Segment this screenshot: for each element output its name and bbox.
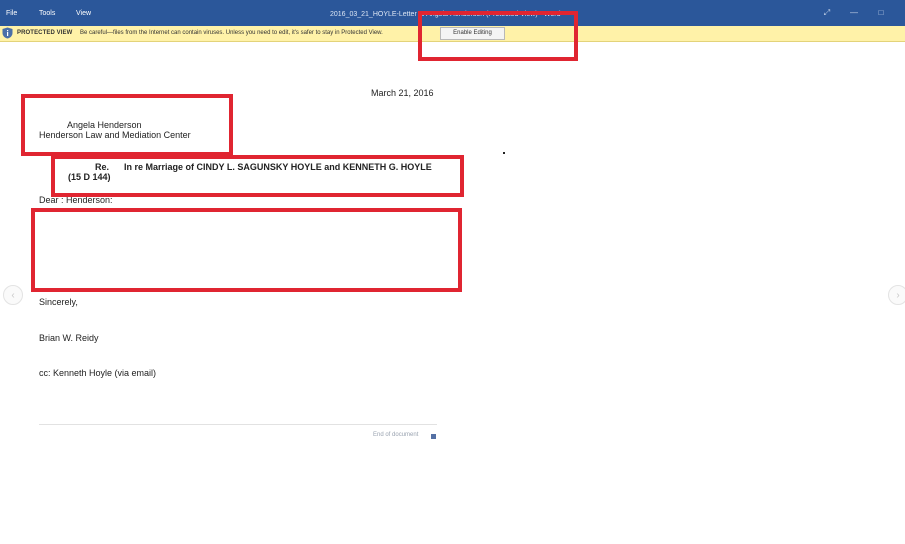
end-of-document-icon — [431, 434, 436, 439]
letter-date: March 21, 2016 — [371, 88, 434, 98]
next-page-icon[interactable]: › — [888, 285, 905, 305]
maximize-icon[interactable]: □ — [873, 6, 889, 20]
annotation-box-body — [31, 208, 462, 292]
restore-icon[interactable]: ⤢ — [819, 6, 835, 20]
annotation-box-recipient — [21, 94, 233, 156]
end-divider — [39, 424, 437, 425]
closing: Sincerely, — [39, 297, 78, 307]
protected-view-message: Be careful—files from the Internet can c… — [80, 30, 383, 36]
previous-page-icon[interactable]: ‹ — [3, 285, 23, 305]
signature-name: Brian W. Reidy — [39, 333, 99, 343]
cc-line: cc: Kenneth Hoyle (via email) — [39, 368, 157, 378]
end-of-document-label: End of document — [373, 432, 419, 438]
protected-view-title: PROTECTED VIEW — [17, 30, 73, 36]
annotation-box-subject — [51, 155, 464, 197]
menu-view[interactable]: View — [76, 0, 91, 26]
stray-dot — [503, 152, 505, 154]
minimize-icon[interactable]: — — [846, 6, 862, 20]
menu-tools[interactable]: Tools — [39, 0, 55, 26]
menu-file[interactable]: File — [6, 0, 17, 26]
shield-icon — [2, 27, 13, 39]
annotation-box-enable-editing — [418, 11, 578, 61]
